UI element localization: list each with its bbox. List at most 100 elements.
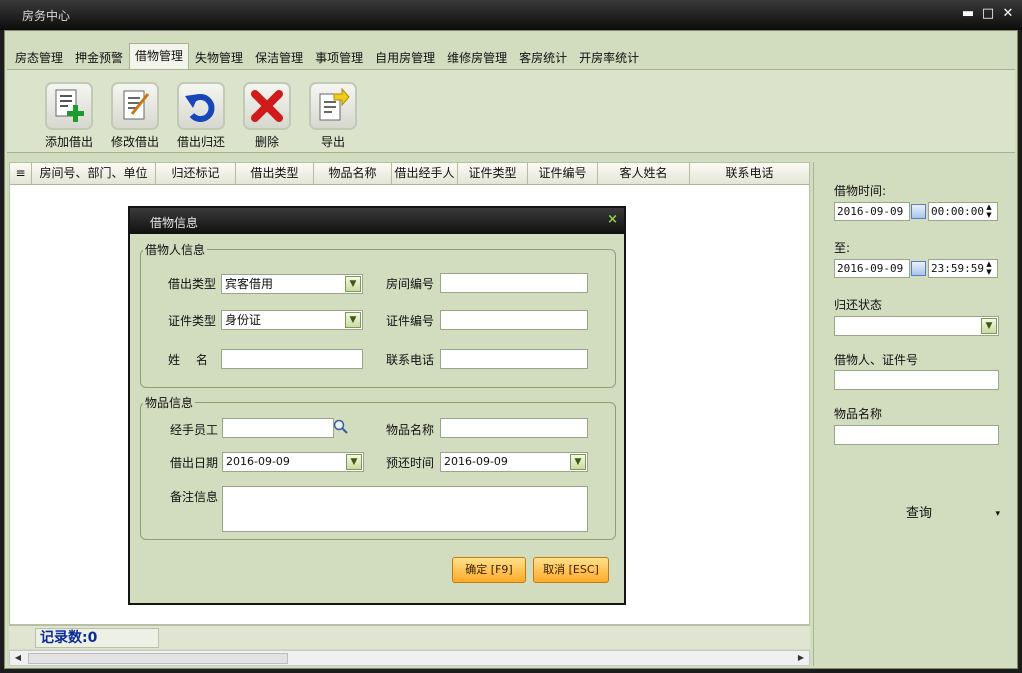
column-header[interactable]: 证件类型 (458, 163, 528, 184)
borrower-info-legend: 借物人信息 (145, 243, 206, 257)
export-button[interactable]: 导出 (299, 78, 367, 150)
item-info-legend: 物品信息 (145, 396, 194, 410)
time-spinner-icon[interactable]: ▲ ▼ (982, 260, 996, 277)
lending-dialog: 借物信息 × 借物人信息 借出类型 宾客借用 ▼ 房间编号 证件类型 身份证 ▼… (128, 206, 626, 605)
chevron-down-icon[interactable]: ▼ (345, 312, 361, 328)
item-name-dialog-label: 物品名称 (386, 423, 435, 437)
tab-lending-management[interactable]: 借物管理 (129, 43, 190, 70)
horizontal-scrollbar[interactable]: ◀ ▶ (9, 650, 810, 666)
search-panel: 借物时间: 2016-09-09 00:00:00 ▲ ▼ 至: 2016-09-… (813, 162, 1017, 666)
edit-lending-button[interactable]: 修改借出 (101, 78, 169, 150)
calendar-icon[interactable] (911, 204, 926, 219)
edit-document-icon (111, 82, 159, 130)
tab-self-use-rooms[interactable]: 自用房管理 (369, 45, 441, 69)
name-label: 姓 名 (168, 353, 208, 367)
to-label: 至: (834, 241, 851, 255)
tab-lost-found[interactable]: 失物管理 (189, 45, 249, 69)
chevron-down-icon[interactable]: ▼ (346, 454, 362, 470)
column-menu-icon[interactable]: ≡ (10, 163, 32, 184)
to-date-field[interactable]: 2016-09-09 (834, 259, 910, 278)
name-input[interactable] (221, 349, 363, 369)
delete-label: 删除 (254, 135, 279, 149)
return-status-select[interactable] (834, 316, 999, 336)
export-document-icon (309, 82, 357, 130)
confirm-button[interactable]: 确定 [F9] (452, 557, 526, 583)
person-label: 借物人、证件号 (834, 353, 919, 367)
item-name-dialog-input[interactable] (440, 418, 588, 438)
chevron-down-icon[interactable]: ▼ (345, 276, 361, 292)
toolbar: 添加借出 修改借出 借出归还 删除 导出 (7, 69, 1015, 153)
column-header[interactable]: 借出类型 (236, 163, 314, 184)
phone-input[interactable] (440, 349, 588, 369)
id-type-select[interactable]: 身份证 (221, 310, 363, 330)
maximize-button[interactable]: □ (980, 5, 996, 23)
column-header[interactable]: 物品名称 (314, 163, 392, 184)
record-count: 记录数:0 (35, 628, 159, 648)
query-label: 查询 (905, 506, 932, 521)
room-no-input[interactable] (440, 273, 588, 293)
tab-occupancy-statistics[interactable]: 开房率统计 (573, 45, 645, 69)
room-no-label: 房间编号 (386, 277, 435, 291)
phone-label: 联系电话 (386, 353, 435, 367)
query-button[interactable]: 查询 ▾ (834, 500, 1004, 528)
return-lending-label: 借出归还 (176, 135, 225, 149)
id-no-label: 证件编号 (386, 314, 435, 328)
lend-date-label: 借出日期 (170, 456, 219, 470)
return-time-label: 预还时间 (386, 456, 435, 470)
undo-arrow-icon (177, 82, 225, 130)
tab-cleaning[interactable]: 保洁管理 (249, 45, 309, 69)
delete-button[interactable]: 删除 (233, 78, 301, 150)
column-header[interactable]: 证件编号 (528, 163, 598, 184)
dialog-close-icon[interactable]: × (607, 212, 618, 227)
tab-room-statistics[interactable]: 客房统计 (513, 45, 573, 69)
search-icon[interactable] (333, 419, 349, 435)
person-input[interactable] (834, 370, 999, 390)
add-lending-button[interactable]: 添加借出 (35, 78, 103, 150)
main-tabs: 房态管理 押金预警 借物管理 失物管理 保洁管理 事项管理 自用房管理 维修房管… (9, 43, 645, 70)
add-document-icon (45, 82, 93, 130)
column-header[interactable]: 归还标记 (156, 163, 236, 184)
column-header[interactable]: 借出经手人 (392, 163, 458, 184)
note-textarea[interactable] (222, 486, 588, 532)
column-header[interactable]: 房间号、部门、单位 (32, 163, 156, 184)
time-spinner-icon[interactable]: ▲ ▼ (982, 203, 996, 220)
dialog-body: 借物人信息 借出类型 宾客借用 ▼ 房间编号 证件类型 身份证 ▼ 证件编号 姓… (130, 234, 624, 603)
return-time-select[interactable]: 2016-09-09 (440, 452, 588, 472)
return-lending-button[interactable]: 借出归还 (167, 78, 235, 150)
lend-type-select[interactable]: 宾客借用 (221, 274, 363, 294)
item-name-label: 物品名称 (834, 407, 883, 421)
calendar-icon[interactable] (911, 261, 926, 276)
from-date-field[interactable]: 2016-09-09 (834, 202, 910, 221)
dialog-title: 借物信息 (150, 216, 199, 230)
window-title: 房务中心 (22, 9, 71, 23)
window-titlebar: 房务中心 ▬ □ ✕ (0, 0, 1022, 30)
scroll-right-icon[interactable]: ▶ (794, 651, 808, 665)
id-type-label: 证件类型 (168, 314, 217, 328)
lend-date-select[interactable]: 2016-09-09 (222, 452, 364, 472)
minimize-button[interactable]: ▬ (960, 5, 976, 23)
cancel-button[interactable]: 取消 [ESC] (533, 557, 609, 583)
handler-label: 经手员工 (170, 423, 219, 437)
delete-x-icon (243, 82, 291, 130)
chevron-down-icon[interactable]: ▼ (981, 318, 997, 334)
dropdown-arrow-icon[interactable]: ▾ (995, 500, 1000, 528)
status-bar: 记录数:0 (9, 625, 810, 649)
scroll-thumb[interactable] (28, 653, 288, 664)
tab-repair-rooms[interactable]: 维修房管理 (441, 45, 513, 69)
borrow-time-label: 借物时间: (834, 184, 887, 198)
tab-deposit-alert[interactable]: 押金预警 (69, 45, 129, 69)
column-header[interactable]: 联系电话 (690, 163, 809, 184)
tab-matters[interactable]: 事项管理 (309, 45, 369, 69)
column-header[interactable]: 客人姓名 (598, 163, 690, 184)
tab-room-status[interactable]: 房态管理 (9, 45, 69, 69)
id-no-input[interactable] (440, 310, 588, 330)
item-name-input[interactable] (834, 425, 999, 445)
return-status-label: 归还状态 (834, 298, 883, 312)
close-window-button[interactable]: ✕ (1000, 5, 1016, 23)
scroll-left-icon[interactable]: ◀ (11, 651, 25, 665)
lend-type-label: 借出类型 (168, 277, 217, 291)
note-label: 备注信息 (170, 490, 219, 504)
handler-input[interactable] (222, 418, 334, 438)
dialog-titlebar: 借物信息 × (130, 208, 624, 234)
chevron-down-icon[interactable]: ▼ (570, 454, 586, 470)
